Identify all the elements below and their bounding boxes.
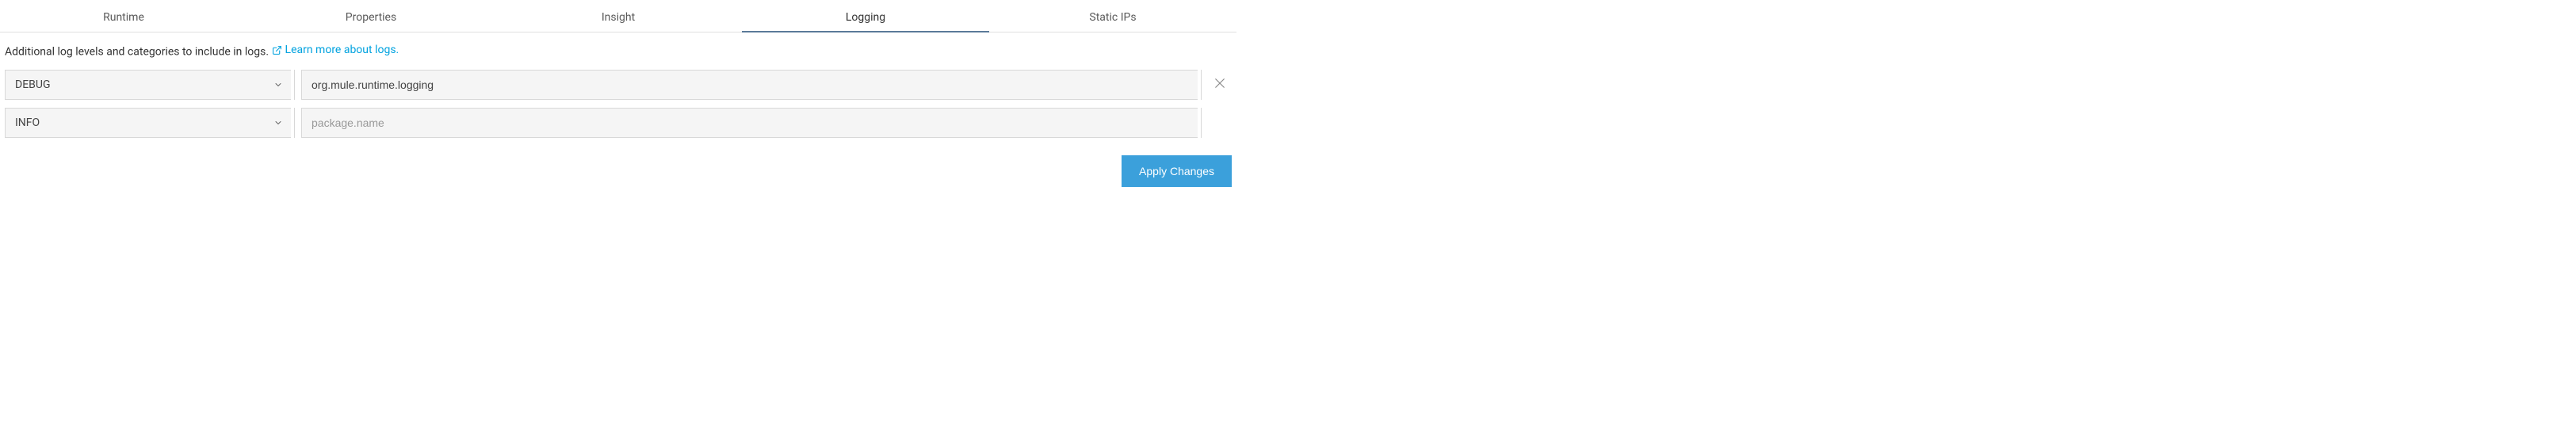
log-row: DEBUG (5, 70, 1232, 100)
learn-more-label: Learn more about logs. (285, 44, 399, 56)
log-level-select[interactable]: DEBUG (5, 70, 295, 100)
chevron-down-icon (273, 80, 283, 90)
chevron-down-icon (273, 118, 283, 128)
close-icon (1213, 76, 1227, 93)
category-input-wrapper (301, 70, 1202, 100)
category-input[interactable] (301, 108, 1198, 138)
category-input-wrapper (301, 108, 1202, 138)
tab-runtime[interactable]: Runtime (0, 3, 247, 32)
log-row: INFO (5, 108, 1232, 138)
tab-insight[interactable]: Insight (495, 3, 742, 32)
tabs-bar: RuntimePropertiesInsightLoggingStatic IP… (0, 3, 1236, 32)
description: Additional log levels and categories to … (5, 44, 1232, 59)
category-input[interactable] (301, 70, 1198, 100)
log-rows: DEBUG INFO (5, 70, 1232, 138)
tab-static-ips[interactable]: Static IPs (989, 3, 1236, 32)
log-level-value: DEBUG (15, 78, 50, 91)
external-link-icon (272, 45, 282, 55)
actions-bar: Apply Changes (0, 143, 1236, 192)
remove-row-button[interactable] (1208, 73, 1232, 97)
log-level-select[interactable]: INFO (5, 108, 295, 138)
apply-changes-button[interactable]: Apply Changes (1122, 155, 1232, 187)
learn-more-link[interactable]: Learn more about logs. (272, 44, 399, 56)
remove-placeholder (1208, 111, 1232, 135)
log-level-value: INFO (15, 116, 40, 129)
tab-properties[interactable]: Properties (247, 3, 495, 32)
tab-logging[interactable]: Logging (742, 3, 989, 32)
logging-content: Additional log levels and categories to … (0, 32, 1236, 143)
description-text: Additional log levels and categories to … (5, 46, 269, 59)
